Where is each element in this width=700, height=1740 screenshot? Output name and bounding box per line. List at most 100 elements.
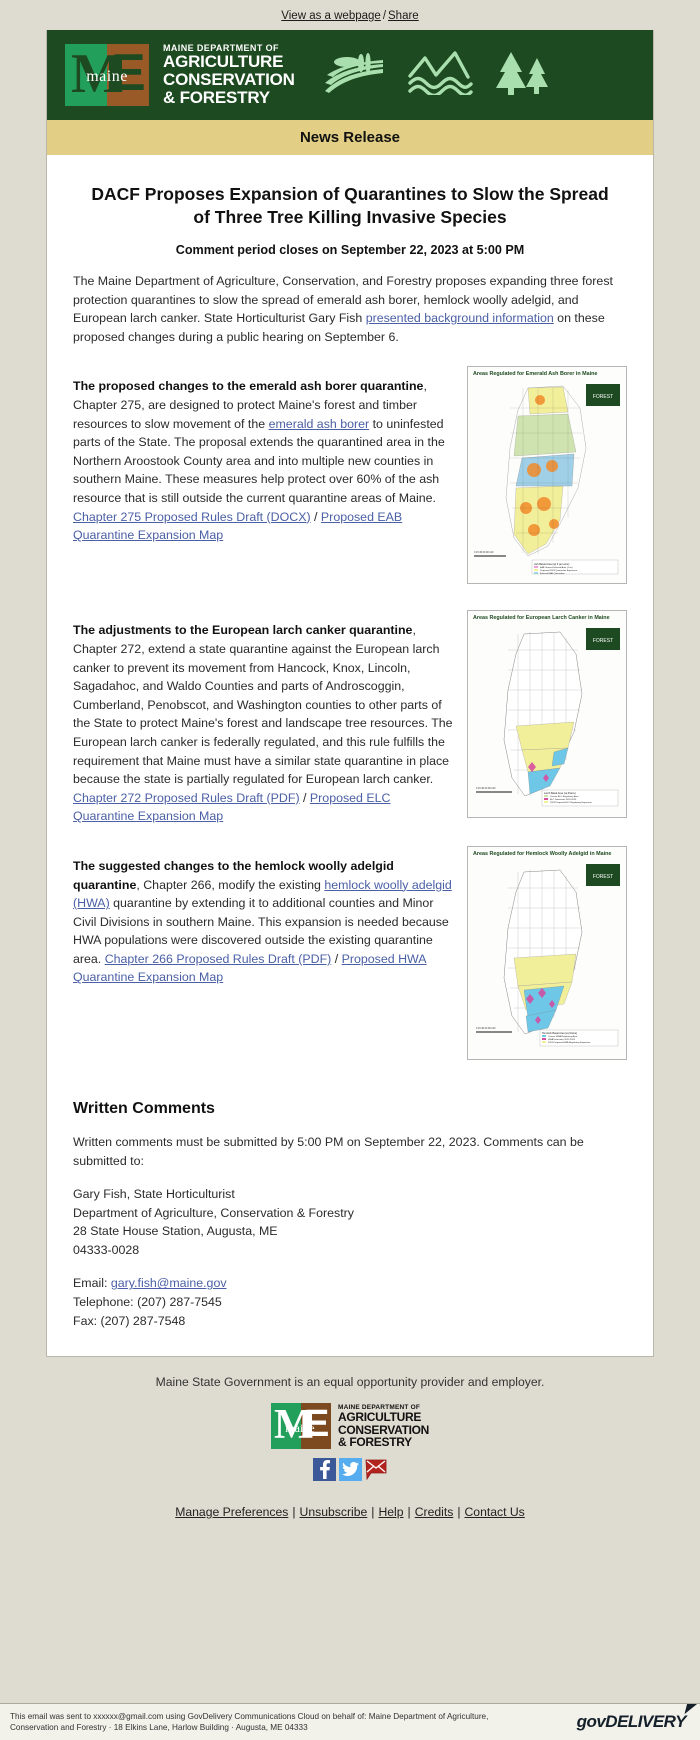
pine-trees-icon	[495, 50, 555, 101]
contact-email-link[interactable]: gary.fish@maine.gov	[111, 1276, 227, 1290]
hwa-map-caption: Areas Regulated for Hemlock Woolly Adelg…	[473, 850, 612, 857]
svg-text:Proposed 2023 Quarantine Expan: Proposed 2023 Quarantine Expansion	[540, 569, 578, 572]
svg-text:Current HWA Regulatory Area: Current HWA Regulatory Area	[548, 1035, 578, 1038]
footer-department-text: MAINE DEPARTMENT OF AGRICULTURE CONSERVA…	[338, 1404, 429, 1449]
presented-background-information-link[interactable]: presented background information	[366, 311, 554, 325]
email-body: DACF Proposes Expansion of Quarantines t…	[47, 155, 653, 1356]
footer-separator-1: |	[292, 1505, 296, 1520]
footer-separator-3: |	[407, 1505, 411, 1520]
banner-icon-group	[323, 50, 555, 101]
comment-deadline-subhead: Comment period closes on September 22, 2…	[175, 243, 525, 257]
svg-text:FOREST: FOREST	[593, 874, 613, 880]
social-links	[0, 1458, 700, 1482]
facebook-icon[interactable]	[312, 1458, 336, 1482]
chapter-266-rules-link[interactable]: Chapter 266 Proposed Rules Draft (PDF)	[105, 952, 332, 966]
hwa-link-divider: /	[331, 951, 342, 966]
svg-text:Hemlock Basal Area (sq ft/acre: Hemlock Basal Area (sq ft/acre)	[542, 1032, 577, 1035]
section-hemlock-woolly-adelgid: Areas Regulated for Hemlock Woolly Adelg…	[73, 842, 627, 1066]
written-comments-heading: Written Comments	[73, 1099, 215, 1117]
page-title: DACF Proposes Expansion of Quarantines t…	[91, 184, 609, 227]
email-card: M E maine MAINE DEPARTMENT OF AGRICULTUR…	[46, 30, 654, 1358]
hwa-map-image: FOREST Hemlock Basal Area (sq ft/acre) C…	[468, 857, 626, 1059]
news-release-strip: News Release	[47, 120, 653, 155]
elc-map-caption: Areas Regulated for European Larch Canke…	[473, 615, 610, 622]
contact-email-row: Email: gary.fish@maine.gov	[73, 1274, 627, 1293]
chapter-272-rules-link[interactable]: Chapter 272 Proposed Rules Draft (PDF)	[73, 791, 300, 805]
manage-preferences-link[interactable]: Manage Preferences	[175, 1505, 288, 1519]
svg-text:Larch Basal Area (sq ft/acre): Larch Basal Area (sq ft/acre)	[544, 792, 576, 795]
page: View as a webpage / Share M E maine MAINE …	[0, 0, 700, 1740]
hwa-quarantine-map[interactable]: Areas Regulated for Hemlock Woolly Adelg…	[467, 845, 627, 1060]
svg-text:0 15 30 60 90 120: 0 15 30 60 90 120	[476, 787, 496, 790]
share-link[interactable]: Share	[388, 10, 419, 22]
eab-map-caption: Areas Regulated for Emerald Ash Borer in…	[473, 371, 598, 378]
contact-address: 28 State House Station, Augusta, ME	[73, 1224, 278, 1239]
govdelivery-logo: govDELIVERY ◤	[576, 1701, 695, 1732]
govdelivery-brand-text: govDELIVERY	[576, 1712, 687, 1731]
svg-text:2023 Proposed ELC Regulatory E: 2023 Proposed ELC Regulatory Expansion	[550, 801, 592, 804]
preheader: View as a webpage / Share	[0, 0, 700, 30]
eab-quarantine-map[interactable]: Areas Regulated for Emerald Ash Borer in…	[467, 366, 627, 585]
eab-map-image: FOREST Ash Basal Area (sq ft per acre) E…	[468, 378, 626, 583]
farm-field-icon	[323, 51, 385, 100]
banner-department-text: MAINE DEPARTMENT OF AGRICULTURE CONSERVA…	[163, 43, 295, 107]
section-european-larch-canker: Areas Regulated for European Larch Canke…	[73, 606, 627, 826]
svg-text:FOREST: FOREST	[593, 638, 613, 644]
contact-methods-block: Email: gary.fish@maine.gov Telephone: (2…	[73, 1274, 627, 1330]
banner-line-3: CONSERVATION	[163, 70, 295, 89]
elc-link-divider: /	[299, 790, 310, 805]
hwa-text-1: , Chapter 266, modify the existing	[136, 877, 325, 892]
footer-logo-mark: M E maine	[270, 1403, 331, 1450]
elc-quarantine-map[interactable]: Areas Regulated for European Larch Canke…	[467, 610, 627, 819]
govdelivery-line-1: This email was sent to xxxxxx@gmail.com …	[10, 1712, 489, 1721]
logo-wordmark: maine	[86, 68, 128, 85]
contact-zip: 04333-0028	[73, 1242, 140, 1257]
svg-text:FOREST: FOREST	[593, 394, 613, 400]
svg-text:0 15 30 60 90 120: 0 15 30 60 90 120	[474, 551, 494, 554]
mountain-water-icon	[407, 50, 473, 100]
contact-address-block: Gary Fish, State Horticulturist Departme…	[73, 1185, 627, 1259]
email-footer: Maine State Government is an equal oppor…	[0, 1357, 700, 1519]
twitter-icon[interactable]	[338, 1458, 362, 1482]
unsubscribe-link[interactable]: Unsubscribe	[300, 1505, 368, 1519]
govdelivery-kite-icon: ◤	[685, 1701, 694, 1715]
footer-links: Manage Preferences | Unsubscribe | Help | Cred…	[0, 1505, 700, 1519]
contact-us-link[interactable]: Contact Us	[464, 1505, 524, 1519]
svg-text:External EAB Quarantine: External EAB Quarantine	[540, 572, 565, 575]
svg-text:2023 Proposed HWA Regulatory E: 2023 Proposed HWA Regulatory Expansion	[548, 1041, 591, 1044]
svg-text:HWA Detections 2022-2023: HWA Detections 2022-2023	[548, 1038, 576, 1041]
svg-text:0 15 30 60 90 120: 0 15 30 60 90 120	[476, 1027, 496, 1030]
view-as-webpage-link[interactable]: View as a webpage	[281, 10, 381, 22]
svg-text:Ash Basal Area (sq ft per acre: Ash Basal Area (sq ft per acre)	[534, 562, 569, 566]
contact-name: Gary Fish, State Horticulturist	[73, 1187, 235, 1202]
emerald-ash-borer-link[interactable]: emerald ash borer	[269, 417, 370, 431]
footer-separator-2: |	[371, 1505, 375, 1520]
chapter-275-rules-link[interactable]: Chapter 275 Proposed Rules Draft (DOCX)	[73, 510, 311, 524]
maine-dacf-logo: M E maine	[65, 44, 149, 106]
contact-fax: Fax: (207) 287-7548	[73, 1313, 186, 1328]
banner-line-4: & FORESTRY	[163, 88, 270, 107]
email-label: Email:	[73, 1276, 111, 1291]
intro-paragraph: The Maine Department of Agriculture, Con…	[73, 272, 627, 346]
footer-line-2: AGRICULTURE	[337, 1410, 422, 1424]
credits-link[interactable]: Credits	[415, 1505, 454, 1519]
department-banner: M E maine MAINE DEPARTMENT OF AGRICULTUR…	[47, 30, 653, 120]
eab-link-divider: /	[310, 509, 321, 524]
written-comments-instructions: Written comments must be submitted by 5:…	[73, 1134, 584, 1168]
eab-lead-bold: The proposed changes to the emerald ash …	[73, 379, 424, 394]
email-icon[interactable]	[365, 1458, 388, 1481]
preheader-separator: /	[382, 10, 387, 22]
govdelivery-bar: This email was sent to xxxxxx@gmail.com …	[0, 1701, 700, 1740]
footer-line-4: & FORESTRY	[337, 1435, 412, 1449]
elc-text-1: , Chapter 272, extend a state quarantine…	[73, 623, 453, 787]
contact-department: Department of Agriculture, Conservation …	[73, 1205, 354, 1220]
banner-line-2: AGRICULTURE	[163, 52, 284, 71]
footer-separator-4: |	[457, 1505, 461, 1520]
govdelivery-line-2: Conservation and Forestry · 18 Elkins La…	[10, 1723, 308, 1732]
svg-text:Current ELC Regulatory Area: Current ELC Regulatory Area	[550, 795, 579, 798]
elc-map-image: FOREST Larch Basal Area (sq ft/acre) Cur…	[468, 622, 626, 817]
footer-logo: M E maine MAINE DEPARTMENT OF AGRICULTUR…	[0, 1403, 700, 1450]
help-link[interactable]: Help	[378, 1505, 403, 1519]
equal-opportunity-statement: Maine State Government is an equal oppor…	[155, 1375, 545, 1390]
govdelivery-disclaimer: This email was sent to xxxxxx@gmail.com …	[10, 1711, 488, 1733]
